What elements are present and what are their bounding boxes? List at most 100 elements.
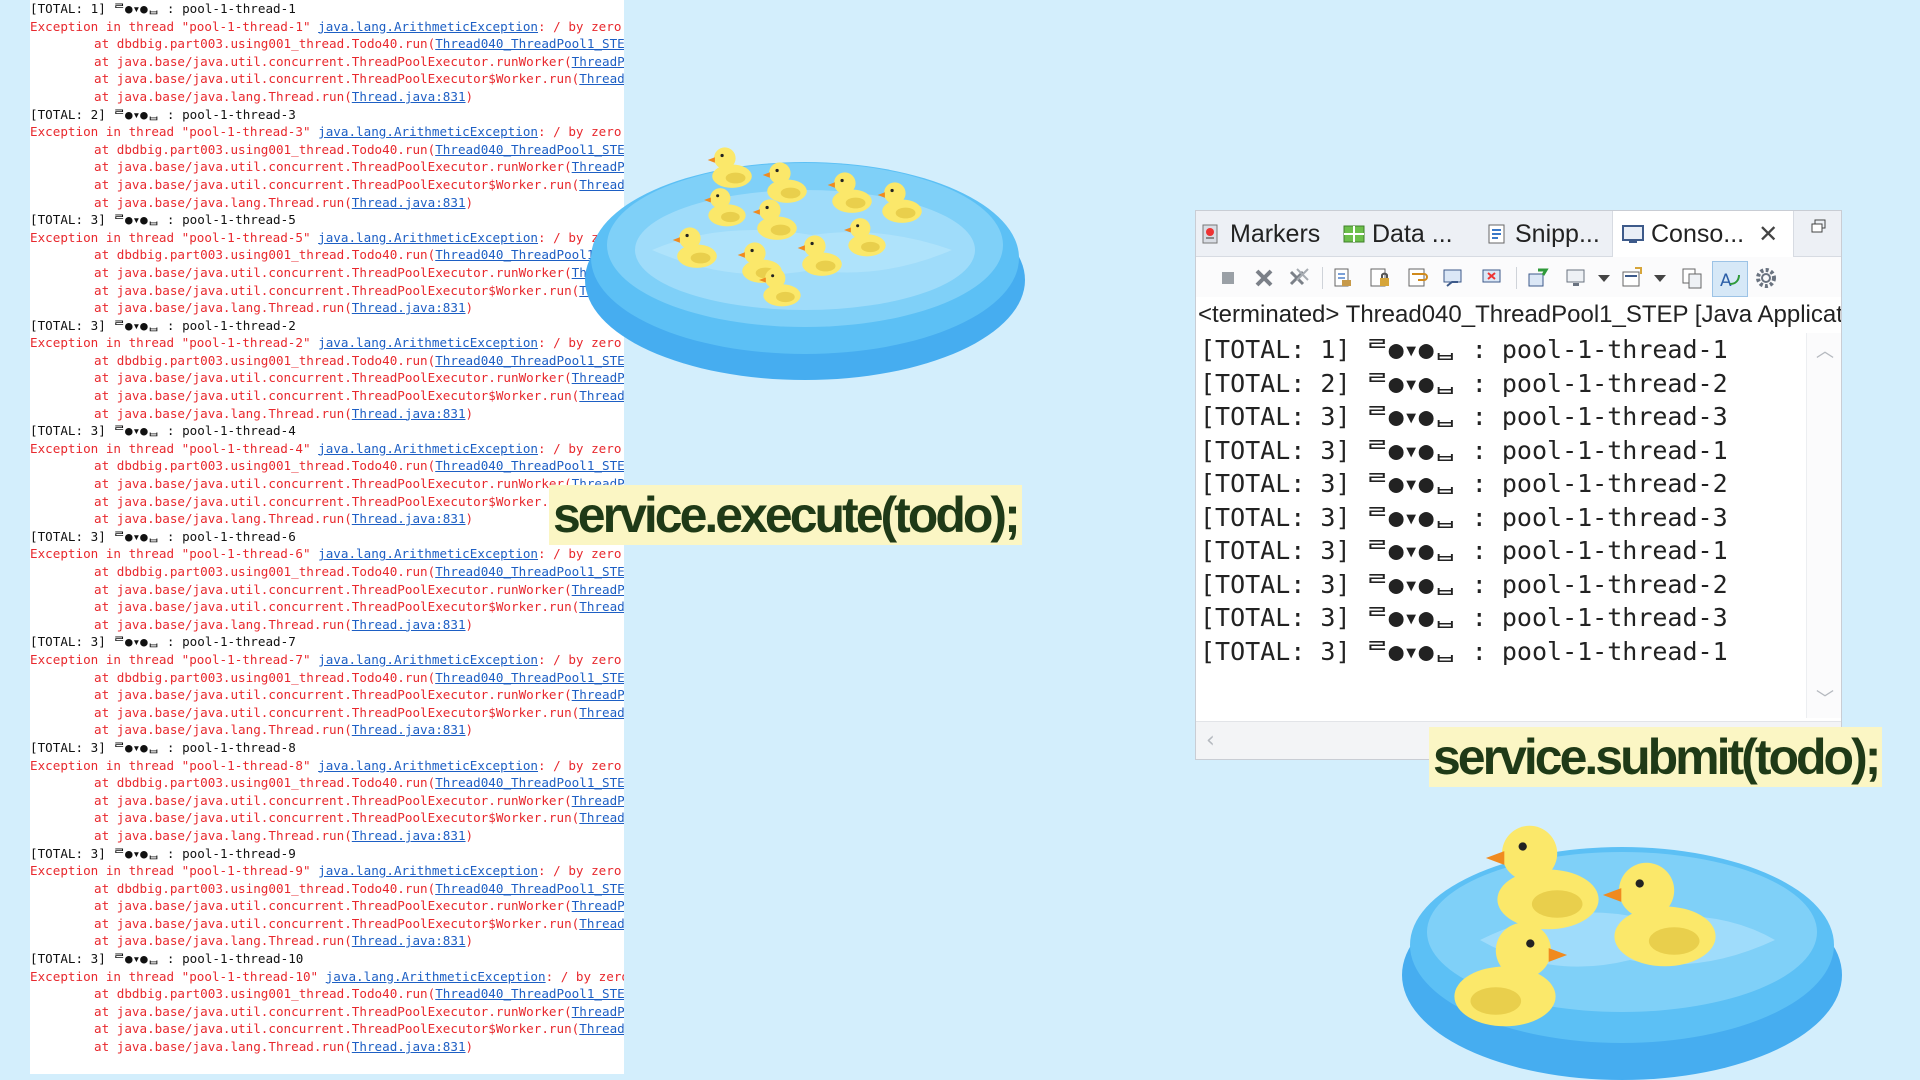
open-console-icon[interactable]	[1620, 266, 1644, 290]
console-output-line: [TOTAL: 2] ᄅ●▾●ᆸ : pool-1-thread-2	[1200, 368, 1728, 398]
stack-frame-link[interactable]: Thread040_ThreadPool1_STEP.java	[435, 775, 624, 790]
total-output-text: [TOTAL: 3] ᄅ●▾●ᆸ : pool-1-thread-9	[30, 845, 296, 861]
restore-view-icon[interactable]	[1811, 219, 1827, 233]
stack-frame-line: at dbdbig.part003.using001_thread.Todo40…	[30, 141, 624, 159]
exception-class-link[interactable]: java.lang.ArithmeticException	[318, 335, 538, 350]
stack-frame-close: )	[465, 511, 474, 527]
stack-frame-text: at java.base/java.util.concurrent.Thread…	[94, 71, 580, 87]
total-output-line: [TOTAL: 3] ᄅ●▾●ᆸ : pool-1-thread-6	[30, 528, 624, 546]
terminate-icon[interactable]	[1216, 266, 1240, 290]
tab-snippets[interactable]: Snipp...	[1485, 211, 1600, 256]
show-console-on-stderr-icon[interactable]	[1481, 266, 1505, 290]
exception-class-link[interactable]: java.lang.ArithmeticException	[318, 546, 538, 561]
stack-frame-link[interactable]: Thread.java:831	[352, 300, 466, 315]
scroll-left-icon[interactable]: ‹	[1206, 728, 1215, 753]
stack-frame-link[interactable]: Thread.java:831	[352, 511, 466, 526]
total-output-text: [TOTAL: 3] ᄅ●▾●ᆸ : pool-1-thread-7	[30, 634, 296, 650]
stack-frame-link[interactable]: Thread.java:831	[352, 617, 466, 632]
stack-frame-link[interactable]: Thread040_ThreadPool1_STEP.java	[435, 881, 624, 896]
stack-frame-text: at java.base/java.lang.Thread.run(	[94, 827, 352, 843]
gear-icon[interactable]	[1754, 266, 1778, 290]
stack-frame-text: at dbdbig.part003.using001_thread.Todo40…	[94, 564, 436, 579]
exception-class-link[interactable]: java.lang.ArithmeticException	[326, 969, 546, 984]
execute-console-output: [TOTAL: 1] ᄅ●▾●ᆸ : pool-1-thread-1 Except…	[30, 0, 624, 1074]
scroll-lock-icon[interactable]	[1368, 266, 1392, 290]
stack-frame-link[interactable]: Thread.java:831	[352, 1039, 466, 1054]
submit-console-output: [TOTAL: 1] ᄅ●▾●ᆸ : pool-1-thread-1 [TOTAL…	[1196, 333, 1808, 718]
chevron-down-icon[interactable]	[1592, 266, 1616, 290]
word-wrap-icon[interactable]	[1406, 266, 1430, 290]
stack-frame-line: at java.base/java.lang.Thread.run(Thread…	[30, 194, 624, 212]
tab-data-source[interactable]: Data ...	[1342, 211, 1453, 256]
stack-frame-link[interactable]: Thread040_ThreadPool1_STEP.java	[435, 458, 624, 473]
stack-frame-link[interactable]: ThreadPoolExecutor.java:628	[579, 916, 624, 931]
stack-frame-link[interactable]: Thread.java:831	[352, 722, 466, 737]
close-icon[interactable]: ✕	[1758, 221, 1778, 248]
console-icon	[1622, 225, 1644, 243]
stack-frame-link[interactable]: Thread040_ThreadPool1_STEP.java	[435, 564, 624, 579]
stack-frame-link[interactable]: ThreadPoolExecutor.java:628	[579, 599, 624, 614]
vertical-scrollbar[interactable]: ︿ ﹀	[1806, 333, 1841, 718]
stack-frame-link[interactable]: ThreadPoolExecutor.java:628	[579, 71, 624, 86]
copy-icon[interactable]	[1680, 266, 1704, 290]
stack-frame-link[interactable]: ThreadPoolExecutor.java:628	[579, 810, 624, 825]
stack-frame-text: at java.base/java.lang.Thread.run(	[94, 88, 352, 104]
stack-frame-link[interactable]: ThreadPoolExecutor.java:1128	[572, 687, 624, 702]
tab-label: Markers	[1230, 220, 1321, 248]
stack-frame-link[interactable]: ThreadPoolExecutor.java:1128	[572, 54, 624, 69]
stack-frame-link[interactable]: ThreadPoolExecutor.java:628	[579, 705, 624, 720]
exception-class-link[interactable]: java.lang.ArithmeticException	[318, 758, 538, 773]
chevron-down-icon[interactable]	[1648, 266, 1672, 290]
stack-frame-line: at java.base/java.util.concurrent.Thread…	[30, 70, 624, 88]
toggle-highlight[interactable]: A	[1712, 261, 1748, 297]
markers-icon	[1202, 224, 1218, 244]
exception-class-link[interactable]: java.lang.ArithmeticException	[318, 652, 538, 667]
stack-frame-line: at java.base/java.util.concurrent.Thread…	[30, 704, 624, 722]
stack-frame-link[interactable]: ThreadPoolExecutor.java:628	[579, 1021, 624, 1036]
stack-frame-link[interactable]: ThreadPoolExecutor.java:1128	[572, 582, 624, 597]
exception-class-link[interactable]: java.lang.ArithmeticException	[318, 230, 538, 245]
stack-frame-line: at dbdbig.part003.using001_thread.Todo40…	[30, 774, 624, 792]
exception-class-link[interactable]: java.lang.ArithmeticException	[318, 124, 538, 139]
stack-frame-text: at dbdbig.part003.using001_thread.Todo40…	[94, 986, 436, 1002]
stack-frame-link[interactable]: Thread.java:831	[352, 406, 466, 421]
stack-frame-link[interactable]: Thread.java:831	[352, 933, 466, 948]
stack-frame-text: at java.base/java.lang.Thread.run(	[94, 616, 352, 632]
clear-console-icon[interactable]	[1330, 266, 1354, 290]
stack-frame-link[interactable]: ThreadPoolExecutor.java:1128	[572, 793, 624, 808]
exception-class-link[interactable]: java.lang.ArithmeticException	[318, 19, 538, 34]
total-output-line: [TOTAL: 3] ᄅ●▾●ᆸ : pool-1-thread-8	[30, 739, 624, 757]
remove-all-terminated-icon[interactable]	[1287, 266, 1311, 290]
exception-line: Exception in thread "pool-1-thread-8" ja…	[30, 757, 624, 775]
stack-frame-line: at dbdbig.part003.using001_thread.Todo40…	[30, 35, 624, 53]
remove-launch-icon[interactable]	[1252, 266, 1276, 290]
stack-frame-link[interactable]: ThreadPoolExecutor.java:1128	[572, 1004, 624, 1019]
stack-frame-text: at dbdbig.part003.using001_thread.Todo40…	[94, 352, 436, 368]
stack-frame-text: at dbdbig.part003.using001_thread.Todo40…	[94, 141, 436, 157]
stack-frame-link[interactable]: ThreadPoolExecutor.java:1128	[572, 898, 624, 913]
stack-frame-link[interactable]: Thread.java:831	[352, 828, 466, 843]
tab-markers[interactable]: Markers	[1200, 211, 1320, 256]
snippets-icon	[1488, 224, 1505, 244]
stack-frame-link[interactable]: Thread040_ThreadPool1_STEP.java	[435, 986, 624, 1001]
stack-frame-line: at java.base/java.lang.Thread.run(Thread…	[30, 1038, 624, 1056]
total-output-text: [TOTAL: 2] ᄅ●▾●ᆸ : pool-1-thread-3	[30, 106, 296, 122]
stack-frame-line: at java.base/java.util.concurrent.Thread…	[30, 915, 624, 933]
stack-frame-link[interactable]: Thread.java:831	[352, 89, 466, 104]
total-output-line: [TOTAL: 1] ᄅ●▾●ᆸ : pool-1-thread-1	[30, 0, 624, 18]
stack-frame-text: at dbdbig.part003.using001_thread.Todo40…	[94, 458, 436, 474]
exception-class-link[interactable]: java.lang.ArithmeticException	[318, 863, 538, 878]
scroll-up-icon[interactable]: ︿	[1816, 337, 1834, 363]
stack-frame-link[interactable]: Thread040_ThreadPool1_STEP.java	[435, 36, 624, 51]
display-selected-console-icon[interactable]	[1564, 266, 1588, 290]
stack-frame-link[interactable]: Thread040_ThreadPool1_STEP.java	[435, 670, 624, 685]
exception-class-link[interactable]: java.lang.ArithmeticException	[318, 441, 538, 456]
stack-frame-text: at java.base/java.util.concurrent.Thread…	[94, 810, 580, 826]
pin-console-icon[interactable]	[1526, 266, 1550, 290]
stack-frame-text: at java.base/java.util.concurrent.Thread…	[94, 792, 572, 808]
scroll-down-icon[interactable]: ﹀	[1816, 685, 1834, 711]
tab-console[interactable]: Conso... ✕	[1612, 211, 1794, 257]
stack-frame-link[interactable]: ThreadPoolExecutor.java:628	[579, 388, 624, 403]
show-console-on-stdout-icon[interactable]	[1442, 266, 1466, 290]
stack-frame-link[interactable]: Thread.java:831	[352, 195, 466, 210]
